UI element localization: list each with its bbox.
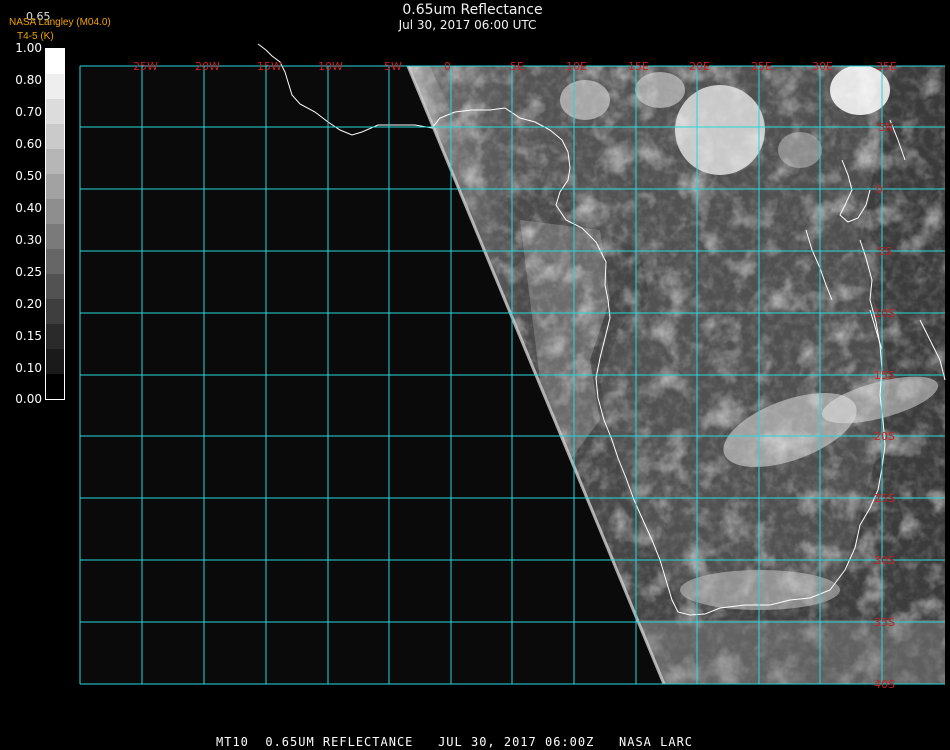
lon-label-5e: 5E — [510, 60, 524, 73]
lat-label-35s: 35S — [874, 616, 895, 629]
colorbar-segment — [46, 149, 64, 174]
lon-label-15w: 15W — [257, 60, 282, 73]
colorbar-segment — [46, 274, 64, 299]
lat-label-40s: 40S — [874, 678, 895, 691]
lon-label-5w: 5W — [384, 60, 402, 73]
footer-caption: MT10 0.65UM REFLECTANCE JUL 30, 2017 06:… — [216, 735, 694, 749]
colorbar-label: 0.60 — [15, 137, 42, 151]
colorbar-segment — [46, 349, 64, 374]
lon-label-15e: 15E — [628, 60, 649, 73]
lon-label-25e: 25E — [751, 60, 772, 73]
lat-label-25s: 25S — [874, 492, 895, 505]
colorbar-segment — [46, 324, 64, 349]
lat-label-0: 0 — [876, 183, 883, 196]
lon-label-10w: 10W — [318, 60, 343, 73]
lat-label-15s: 15S — [874, 369, 895, 382]
lat-label-5s: 5S — [878, 245, 892, 258]
colorbar-label: 0.70 — [15, 105, 42, 119]
colorbar-segment — [46, 124, 64, 149]
satellite-map[interactable]: 25W 20W 15W 10W 5W 0 5E 10E 15E 20E 25E … — [0, 0, 950, 750]
colorbar-segment — [46, 374, 64, 399]
colorbar-label: 0.30 — [15, 233, 42, 247]
colorbar-segment — [46, 99, 64, 124]
map-timestamp: Jul 30, 2017 06:00 UTC — [398, 18, 537, 32]
lon-label-0: 0 — [444, 60, 451, 73]
colorbar-label: 1.00 — [15, 41, 42, 55]
colorbar-label: 0.50 — [15, 169, 42, 183]
colorbar-segment — [46, 199, 64, 224]
colorbar-segment — [46, 224, 64, 249]
lon-label-20e: 20E — [689, 60, 710, 73]
colorbar-label: 0.25 — [15, 265, 42, 279]
map-title: 0.65um Reflectance — [402, 2, 543, 18]
lat-label-10s: 10S — [874, 307, 895, 320]
lon-label-35e: 35E — [876, 60, 897, 73]
colorbar-label: 0.00 — [15, 392, 42, 406]
colorbar-label: 0.15 — [15, 329, 42, 343]
colorbar-segment — [46, 299, 64, 324]
lon-label-20w: 20W — [195, 60, 220, 73]
colorbar-label: 0.80 — [15, 73, 42, 87]
colorbar — [45, 48, 65, 400]
colorbar-segment — [46, 174, 64, 199]
lon-label-10e: 10E — [566, 60, 587, 73]
colorbar-label: 0.40 — [15, 201, 42, 215]
colorbar-segment — [46, 74, 64, 99]
lat-label-30s: 30S — [874, 554, 895, 567]
lat-label-5n: 5N — [878, 121, 893, 134]
colorbar-segment — [46, 49, 64, 74]
credit-label: NASA Langley (M04.0) — [9, 17, 111, 28]
lon-label-25w: 25W — [133, 60, 158, 73]
colorbar-segment — [46, 249, 64, 274]
colorbar-label: 0.10 — [15, 361, 42, 375]
lon-label-30e: 30E — [812, 60, 833, 73]
colorbar-label: 0.20 — [15, 297, 42, 311]
lat-label-20s: 20S — [874, 430, 895, 443]
